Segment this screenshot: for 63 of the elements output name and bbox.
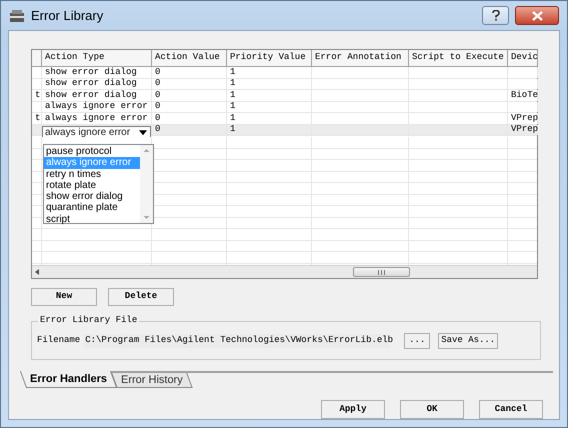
table-cell: 0 [155,114,160,123]
table-row[interactable]: t show error dialog 0 1 BioTe [32,90,537,102]
table-cell: VPrep [511,125,538,134]
column-header[interactable]: Error Annotation [315,51,402,65]
table-cell: VPrep [511,114,538,123]
dropdown-option[interactable]: pause protocol [44,146,140,158]
table-row[interactable]: always ignore error 0 1 VPrep [32,124,537,136]
table-cell: 0 [155,90,160,100]
browse-button[interactable]: ... [404,332,430,348]
tab[interactable]: Error Handlers [20,371,118,388]
table-cell: show error dialog [45,68,137,77]
column-header[interactable]: Action Type [45,51,104,65]
help-icon [492,10,500,21]
close-icon [532,10,542,20]
filename-label: Filename [37,334,80,347]
table-cell: 1 [230,79,236,88]
table-cell: 1 [230,68,236,77]
table-cell: t [35,90,40,100]
dialog-button[interactable]: OK [400,400,464,419]
table-cell: 0 [155,79,160,88]
action-button[interactable]: New [31,288,97,306]
table-cell: 0 [155,68,160,77]
table-cell: 1 [230,90,236,100]
dropdown-option[interactable]: script [44,214,140,226]
table-cell: 1 [230,102,236,112]
table-row[interactable]: show error dialog 0 1 [32,67,537,78]
column-header[interactable]: Devic [511,51,537,65]
table-cell: 0 [155,102,160,112]
table-cell: 1 [230,114,236,123]
vertical-scrollbar[interactable] [140,145,153,223]
table-cell: t [35,114,40,123]
dropdown-option[interactable]: retry n times [44,168,140,180]
horizontal-scrollbar[interactable] [32,265,537,278]
table-cell: show error dialog [45,90,137,100]
table-row[interactable]: always ignore error 0 1 [32,102,537,113]
column-header[interactable]: Action Value [155,51,220,65]
help-button[interactable] [482,6,509,25]
save-as-button[interactable]: Save As... [438,332,498,348]
scroll-left-icon[interactable] [35,269,39,275]
dialog-button[interactable]: Cancel [479,400,543,419]
scroll-down-icon[interactable] [144,216,150,219]
table-row[interactable]: t always ignore error 0 1 VPrep [32,113,537,124]
table-row[interactable]: show error dialog 0 1 [32,78,537,90]
window-title: Error Library [31,6,104,25]
table-cell: 0 [155,125,160,134]
grip-icon [378,270,385,274]
dialog-button[interactable]: Apply [321,400,385,419]
dropdown-option[interactable]: quarantine plate [44,202,140,214]
close-button[interactable] [515,6,559,25]
tab[interactable]: Error History [111,373,192,388]
table-cell: show error dialog [45,79,137,88]
column-header[interactable]: Priority Value [230,51,306,65]
scrollbar-thumb[interactable] [353,267,410,277]
action-button[interactable]: Delete [108,288,174,306]
table-cell: always ignore error [45,102,148,112]
column-header[interactable]: Script to Execute [412,51,504,65]
toolbox-icon [9,8,25,24]
dropdown-option[interactable]: show error dialog [44,191,140,202]
table-cell: always ignore error [45,114,148,123]
table-cell: BioTe [511,90,538,100]
table-cell: 1 [230,125,236,134]
scroll-up-icon[interactable] [144,149,150,152]
dropdown-option[interactable]: rotate plate [44,180,140,192]
